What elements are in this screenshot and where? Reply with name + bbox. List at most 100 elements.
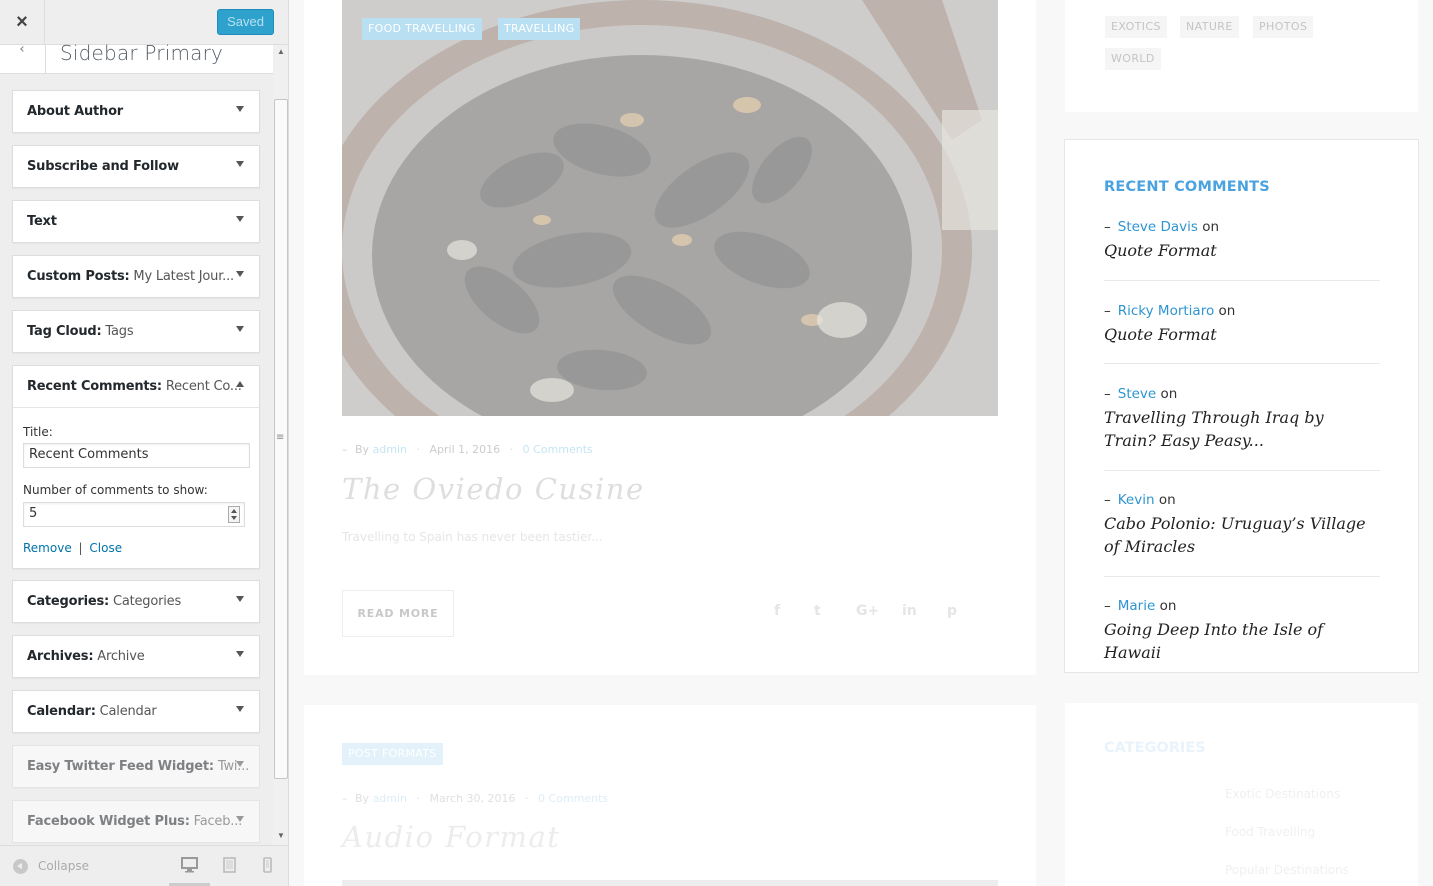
comment-item: – Ricky Mortiaro on Quote Format [1104,303,1380,346]
category-tag[interactable]: FOOD TRAVELLING [362,18,482,40]
comment-author-link[interactable]: Ricky Mortiaro [1118,303,1214,319]
widget-twitter-feed[interactable]: Easy Twitter Feed Widget: Twi... [12,745,260,788]
widget-name: Subscribe and Follow [27,159,179,174]
caret-down-icon[interactable] [236,651,244,657]
category-link[interactable]: Popular Destinations [1225,863,1349,877]
comment-author-link[interactable]: Steve [1118,386,1156,402]
scroll-up-arrow-icon[interactable]: ▲ [277,47,285,56]
tag-link[interactable]: PHOTOS [1253,16,1314,38]
dash: – [1104,598,1111,614]
divider [1104,470,1380,471]
tag-link[interactable]: EXOTICS [1105,16,1167,38]
widget-categories[interactable]: Categories: Categories [12,580,260,623]
caret-down-icon[interactable] [236,106,244,112]
tablet-icon[interactable] [223,857,236,873]
comment-post-link[interactable]: Cabo Polonio: Uruguay’s Village of Mirac… [1104,512,1380,558]
category-link[interactable]: Food Travelling [1225,825,1315,839]
collapse-icon[interactable] [13,859,28,874]
comment-author-link[interactable]: Kevin [1118,492,1155,508]
comment-post-link[interactable]: Travelling Through Iraq by Train? Easy P… [1104,406,1380,452]
caret-down-icon[interactable] [236,816,244,822]
close-link[interactable]: Close [89,541,122,555]
widget-calendar[interactable]: Calendar: Calendar [12,690,260,733]
read-more-button[interactable]: READ MORE [342,590,454,637]
post-featured-image[interactable]: FOOD TRAVELLING TRAVELLING [342,0,998,416]
customizer-header: × Saved [0,0,288,45]
pinterest-icon[interactable]: p [947,603,957,619]
post-card: FOOD TRAVELLING TRAVELLING – By admin · … [304,0,1036,675]
tag-link[interactable]: WORLD [1105,48,1161,70]
comment-post-link[interactable]: Going Deep Into the Isle of Hawaii [1104,618,1380,664]
widget-text[interactable]: Text [12,200,260,243]
twitter-icon[interactable]: t [814,603,821,619]
facebook-icon[interactable]: f [774,603,780,619]
remove-link[interactable]: Remove [23,541,72,555]
meta-comments-link[interactable]: 0 Comments [538,792,608,805]
link-divider: | [78,541,83,555]
comment-post-link[interactable]: Quote Format [1104,323,1380,346]
recent-comments-widget: RECENT COMMENTS – Steve Davis on Quote Fo… [1064,139,1419,673]
title-label: Title: [23,425,53,439]
widget-custom-posts[interactable]: Custom Posts: My Latest Jour... [12,255,260,298]
widget-archives[interactable]: Archives: Archive [12,635,260,678]
widget-name: Archives: [27,649,94,664]
meta-separator: · [525,792,529,805]
saved-button[interactable]: Saved [217,9,274,35]
customizer-panel: × Saved Sidebar Primary About Author Sub… [0,0,289,886]
meta-author-link[interactable]: admin [373,443,407,456]
meta-date: March 30, 2016 [429,792,516,805]
spinner-arrows-icon[interactable] [228,506,240,523]
comment-author-link[interactable]: Steve Davis [1118,219,1198,235]
widget-about-author[interactable]: About Author [12,90,260,133]
desktop-icon[interactable] [181,857,198,873]
category-tag[interactable]: TRAVELLING [498,18,581,40]
linkedin-icon[interactable]: in [902,603,917,619]
chevron-left-icon [19,46,26,52]
category-link[interactable]: Exotic Destinations [1225,787,1340,801]
caret-down-icon[interactable] [236,161,244,167]
post-excerpt: Travelling to Spain has never been tasti… [342,530,603,544]
meta-dash: – [342,792,348,805]
widget-subtitle: Calendar [95,704,157,719]
widget-header[interactable]: Recent Comments: Recent Co... [13,366,259,408]
widget-subtitle: Categories [109,594,182,609]
caret-down-icon[interactable] [236,596,244,602]
dash: – [1104,219,1111,235]
comment-post-link[interactable]: Quote Format [1104,239,1380,262]
caret-down-icon[interactable] [236,761,244,767]
mobile-icon[interactable] [263,857,272,873]
dash: – [1104,303,1111,319]
post-title[interactable]: The Oviedo Cusine [342,472,645,506]
comment-author-link[interactable]: Marie [1118,598,1156,614]
category-tag[interactable]: POST FORMATS [342,743,443,765]
number-label: Number of comments to show: [23,483,208,497]
meta-author-link[interactable]: admin [373,792,407,805]
post-card: POST FORMATS – By admin · March 30, 2016… [304,705,1036,886]
widget-recent-comments: Recent Comments: Recent Co... Title: Rec… [12,365,260,569]
back-button[interactable] [0,45,46,74]
google-plus-icon[interactable]: G+ [856,603,879,619]
meta-comments-link[interactable]: 0 Comments [523,443,593,456]
caret-down-icon[interactable] [236,271,244,277]
tag-link[interactable]: NATURE [1180,16,1239,38]
comment-item: – Marie on Going Deep Into the Isle of Ha… [1104,598,1380,664]
widget-name: Text [27,214,57,229]
collapse-button[interactable]: Collapse [38,859,89,873]
scroll-down-arrow-icon[interactable]: ▼ [277,831,285,840]
title-input[interactable]: Recent Comments [23,443,250,468]
widget-facebook[interactable]: Facebook Widget Plus: Faceb... [12,800,260,843]
post-meta: – By admin · March 30, 2016 · 0 Comments [342,792,608,805]
widget-heading: CATEGORIES [1104,740,1206,756]
caret-down-icon[interactable] [236,216,244,222]
on-word: on [1160,386,1178,402]
caret-down-icon[interactable] [236,326,244,332]
close-icon[interactable]: × [0,0,45,45]
number-input[interactable]: 5 [23,502,245,527]
caret-down-icon[interactable] [236,706,244,712]
panel-scrollbar[interactable]: ▲ ▼ [273,45,288,845]
caret-up-icon[interactable] [236,381,244,387]
resize-handle-icon[interactable]: ≡ [276,432,284,443]
post-title[interactable]: Audio Format [342,820,560,854]
widget-tag-cloud[interactable]: Tag Cloud: Tags [12,310,260,353]
widget-subscribe-follow[interactable]: Subscribe and Follow [12,145,260,188]
